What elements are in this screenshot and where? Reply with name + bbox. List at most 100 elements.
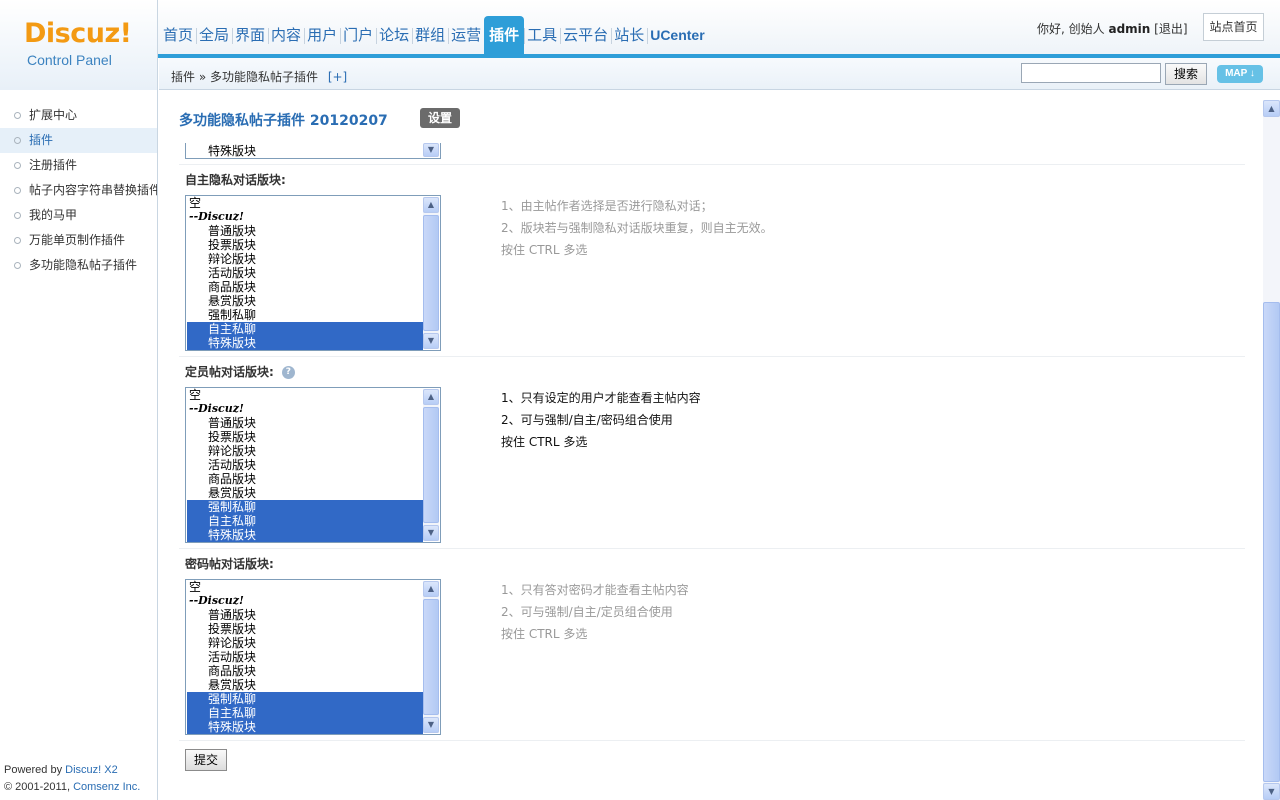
forum-option[interactable]: 自主私聊 [187,514,423,528]
forum-option[interactable]: 普通版块 [187,224,423,238]
forum-option[interactable]: 投票版块 [187,238,423,252]
scroll-thumb[interactable] [423,215,439,331]
submit-button[interactable]: 提交 [185,749,227,771]
forum-option[interactable]: 辩论版块 [187,444,423,458]
forum-option[interactable]: 商品版块 [187,664,423,678]
settings-button[interactable]: 设置 [420,108,460,128]
forum-multiselect[interactable]: 空 --Discuz! 普通版块 投票版块 辩论版块 活动版块 商品版块 悬赏版块 强制私聊 自主… [185,387,441,543]
sidebar: 扩展中心 插件 注册插件 帖子内容字符串替换插件 我的马甲 万能单页制作插件多功能隐私帖子… [0,90,158,800]
forum-option[interactable]: 投票版块 [187,430,423,444]
nav-item[interactable]: 运营 [448,16,484,54]
scroll-thumb[interactable] [1263,302,1280,782]
page-scrollbar[interactable]: ▲ ▼ [1263,100,1280,800]
forum-option[interactable]: 强制私聊 [187,692,423,706]
forum-option[interactable]: 自主私聊 [187,322,423,336]
breadcrumb: 插件 » 多功能隐私帖子插件 [+] [171,68,347,85]
nav-item[interactable]: 群组 [412,16,448,54]
scroll-up-icon[interactable]: ▲ [423,197,439,213]
forum-option[interactable]: 活动版块 [187,650,423,664]
forum-multiselect[interactable]: 空 --Discuz! 普通版块 投票版块 辩论版块 活动版块 商品版块 悬赏版块 强制私聊 自主… [185,579,441,735]
nav-item[interactable]: 云平台 [560,16,611,54]
forum-option[interactable]: --Discuz! [187,594,423,608]
note-line: 1、只有设定的用户才能查看主帖内容 [501,391,701,405]
nav-item[interactable]: 插件 [484,16,525,54]
nav-item[interactable]: 门户 [340,16,376,54]
add-shortcut-link[interactable]: [+] [328,70,347,84]
forum-option[interactable]: 空 [187,196,423,210]
search-input[interactable] [1021,63,1161,83]
partial-option[interactable]: 特殊版块 [187,144,256,158]
select-scrollbar[interactable]: ▲ ▼ [423,389,439,541]
nav-item[interactable]: 工具 [524,16,560,54]
forum-option[interactable]: 空 [187,388,423,402]
sidebar-item[interactable]: 扩展中心 [0,103,157,128]
forum-option[interactable]: 强制私聊 [187,308,423,322]
sidebar-item-label: 多功能隐私帖子插件 [29,258,138,272]
map-button[interactable]: MAP ↓ [1217,65,1263,83]
powered-by: Powered by Discuz! X2 © 2001-2011, Comse… [4,762,140,796]
section-notes: 1、由主帖作者选择是否进行隐私对话； 2、版块若与强制隐私对话版块重复，则自主无效… [501,195,773,261]
partial-select-box[interactable]: 特殊版块 ▼ [185,143,441,159]
sidebar-item[interactable]: 帖子内容字符串替换插件 [0,178,157,203]
forum-option[interactable]: 特殊版块 [187,528,423,542]
scroll-thumb[interactable] [423,407,439,523]
forum-option[interactable]: 活动版块 [187,458,423,472]
forum-option[interactable]: 空 [187,580,423,594]
forum-option[interactable]: 悬赏版块 [187,486,423,500]
section-notes: 1、只有答对密码才能查看主帖内容 2、可与强制/自主/定员组合使用 按住 CTRL … [501,579,689,645]
bullet-icon [14,187,21,194]
discuz-logo[interactable]: Discuz! [24,18,132,49]
scroll-down-icon[interactable]: ▼ [423,333,439,349]
forum-option[interactable]: --Discuz! [187,402,423,416]
site-home-button[interactable]: 站点首页 [1203,13,1264,41]
sidebar-item[interactable]: 注册插件 [0,153,157,178]
scroll-down-icon[interactable]: ▼ [423,525,439,541]
nav-item[interactable]: 界面 [232,16,268,54]
help-icon[interactable]: ? [281,366,295,379]
forum-option[interactable]: 辩论版块 [187,636,423,650]
forum-option[interactable]: 普通版块 [187,608,423,622]
nav-item[interactable]: UCenter [647,16,707,54]
search-button[interactable]: 搜索 [1165,63,1207,85]
nav-item[interactable]: 内容 [268,16,304,54]
scroll-thumb[interactable] [423,599,439,715]
nav-item[interactable]: 论坛 [376,16,412,54]
sidebar-item[interactable]: 多功能隐私帖子插件 [0,253,157,278]
forum-option[interactable]: 活动版块 [187,266,423,280]
forum-option[interactable]: 投票版块 [187,622,423,636]
scroll-up-icon[interactable]: ▲ [1263,100,1280,117]
forum-option[interactable]: 悬赏版块 [187,294,423,308]
select-scrollbar[interactable]: ▲ ▼ [423,581,439,733]
forum-option[interactable]: 自主私聊 [187,706,423,720]
comsenz-link[interactable]: Comsenz Inc. [73,781,140,793]
powered-link[interactable]: Discuz! X2 [65,764,118,776]
forum-option[interactable]: 辩论版块 [187,252,423,266]
sidebar-item[interactable]: 插件 [0,128,157,153]
nav-item[interactable]: 首页 [160,16,196,54]
forum-option[interactable]: 特殊版块 [187,720,423,734]
forum-option[interactable]: 悬赏版块 [187,678,423,692]
scroll-down-icon[interactable]: ▼ [423,717,439,733]
forum-option[interactable]: --Discuz! [187,210,423,224]
nav-item[interactable]: 全局 [196,16,232,54]
select-scrollbar[interactable]: ▲ ▼ [423,197,439,349]
forum-option[interactable]: 特殊版块 [187,336,423,350]
forum-multiselect[interactable]: 空 --Discuz! 普通版块 投票版块 辩论版块 活动版块 商品版块 悬赏版块 强制私聊 自主… [185,195,441,351]
note-line: 1、只有答对密码才能查看主帖内容 [501,583,689,597]
scroll-down-icon[interactable]: ▼ [423,143,439,157]
scroll-down-icon[interactable]: ▼ [1263,783,1280,800]
logout-link[interactable]: [退出] [1154,22,1187,36]
forum-option[interactable]: 强制私聊 [187,500,423,514]
forum-option[interactable]: 普通版块 [187,416,423,430]
forum-option[interactable]: 商品版块 [187,472,423,486]
option-list: 空 --Discuz! 普通版块 投票版块 辩论版块 活动版块 商品版块 悬赏版块 强制私聊 自主… [187,196,423,350]
sidebar-item[interactable]: 万能单页制作插件 [0,228,157,253]
nav-item[interactable]: 用户 [304,16,340,54]
scroll-up-icon[interactable]: ▲ [423,389,439,405]
forum-option[interactable]: 商品版块 [187,280,423,294]
scroll-up-icon[interactable]: ▲ [423,581,439,597]
user-info: 你好, 创始人 admin [退出] [1037,20,1188,37]
breadcrumb-text: 插件 » 多功能隐私帖子插件 [171,70,318,84]
nav-item[interactable]: 站长 [611,16,647,54]
sidebar-item[interactable]: 我的马甲 [0,203,157,228]
